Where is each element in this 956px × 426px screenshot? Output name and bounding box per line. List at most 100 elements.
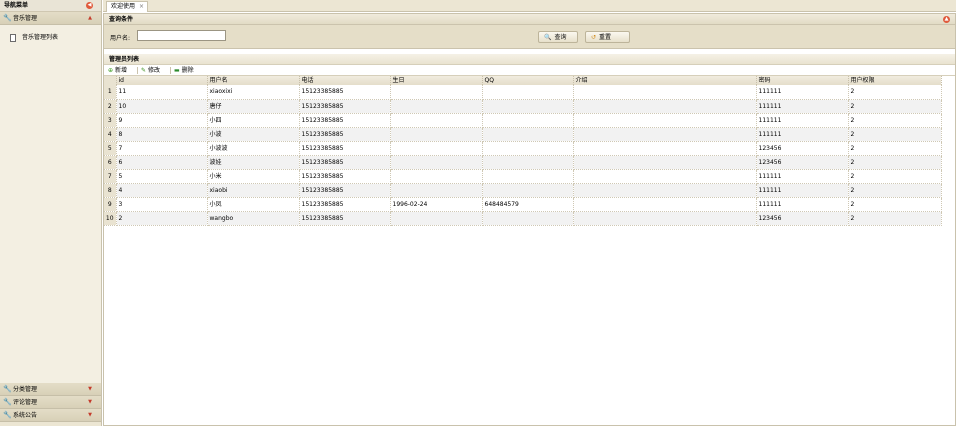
row-number: 6 [104,155,117,170]
table-row[interactable]: 7 5 小米 15123385885 111111 2 [104,169,942,184]
column-header[interactable]: 介绍 [573,76,757,85]
cell-intro [573,113,757,128]
cell-intro [573,141,757,156]
table-row[interactable]: 9 3 小凤 15123385885 1996-02-24 648484579 … [104,197,942,212]
cell-password: 123456 [756,211,849,226]
username-label: 用户名: [110,35,131,42]
cell-intro [573,169,757,184]
table-row[interactable]: 8 4 xiaobi 15123385885 111111 2 [104,183,942,198]
chevron-up-icon[interactable]: ▲ [88,12,92,25]
cell-phone: 15123385885 [299,99,391,114]
username-input[interactable] [137,30,226,41]
delete-button[interactable]: ▬ 删除 [174,66,194,75]
reset-button-label: 重置 [599,34,612,41]
table-row[interactable]: 1 11 xiaoxixi 15123385885 111111 2 [104,85,942,100]
collapse-icon[interactable]: ▲ [943,16,950,23]
cell-id: 10 [116,99,208,114]
cell-qq: 648484579 [482,197,574,212]
cell-birthday [390,85,483,100]
column-header[interactable]: 用户权限 [848,76,942,85]
cell-phone: 15123385885 [299,197,391,212]
nav-section-music[interactable]: 🔧 音乐管理 ▲ [0,12,101,25]
cell-birthday [390,211,483,226]
cell-intro [573,183,757,198]
row-number: 1 [104,85,117,100]
table-row[interactable]: 2 10 唐仔 15123385885 111111 2 [104,99,942,114]
add-button[interactable]: ⊕ 新增 [108,66,127,75]
row-number: 2 [104,99,117,114]
nav-section-label: 评论管理 [13,399,38,406]
tab-bar: 欢迎使用 × [103,0,956,12]
chevron-down-icon[interactable]: ▼ [88,383,92,396]
chevron-down-icon[interactable]: ▼ [88,409,92,422]
nav-section-label: 分类管理 [13,386,38,393]
wrench-icon: 🔧 [3,411,12,419]
nav-section-notices[interactable]: 🔧 系统公告 ▼ [0,409,101,422]
cell-qq [482,127,574,142]
cell-role: 2 [848,211,942,226]
search-button[interactable]: 🔍 查询 [538,31,578,43]
cell-intro [573,211,757,226]
cell-role: 2 [848,141,942,156]
cell-username: 小米 [207,169,300,184]
table-row[interactable]: 5 7 小波波 15123385885 123456 2 [104,141,942,156]
app-root: 导航菜单 ◀ 🔧 音乐管理 ▲ 音乐管理列表 🔧 分类管理 ▼ 🔧 评论管理 ▼… [0,0,956,426]
column-header[interactable]: 电话 [299,76,391,85]
cell-qq [482,141,574,156]
cell-username: 小凤 [207,197,300,212]
column-header[interactable]: id [116,76,208,85]
search-icon: 🔍 [544,34,552,41]
nav-item-music-list[interactable]: 音乐管理列表 [0,33,101,43]
edit-button[interactable]: ✎ 修改 [141,66,160,75]
cell-birthday [390,155,483,170]
cell-phone: 15123385885 [299,155,391,170]
chevron-down-icon[interactable]: ▼ [88,396,92,409]
cell-intro [573,155,757,170]
cell-role: 2 [848,85,942,100]
nav-section-comments[interactable]: 🔧 评论管理 ▼ [0,396,101,409]
list-panel-title: 管理员列表 [109,56,140,63]
cell-role: 2 [848,113,942,128]
cell-username: wangbo [207,211,300,226]
query-panel-header: 查询条件 ▲ [104,14,955,25]
tab-welcome[interactable]: 欢迎使用 × [106,1,148,12]
reset-button[interactable]: ↺ 重置 [585,31,630,43]
table-row[interactable]: 6 6 波娃 15123385885 123456 2 [104,155,942,170]
table-row[interactable]: 3 9 小四 15123385885 111111 2 [104,113,942,128]
cell-qq [482,211,574,226]
edit-button-label: 修改 [148,67,161,74]
nav-header: 导航菜单 ◀ [0,0,101,12]
row-number: 8 [104,183,117,198]
cell-id: 9 [116,113,208,128]
pencil-icon: ✎ [141,67,147,74]
cell-id: 11 [116,85,208,100]
cell-password: 111111 [756,197,849,212]
cell-username: xiaoxixi [207,85,300,100]
close-icon[interactable]: × [139,2,144,12]
cell-birthday: 1996-02-24 [390,197,483,212]
reset-icon: ↺ [591,34,597,41]
cell-password: 111111 [756,99,849,114]
wrench-icon: 🔧 [3,398,12,406]
cell-password: 111111 [756,169,849,184]
cell-username: 小波 [207,127,300,142]
column-header[interactable]: 生日 [390,76,483,85]
cell-birthday [390,99,483,114]
cell-phone: 15123385885 [299,85,391,100]
cell-qq [482,99,574,114]
cell-phone: 15123385885 [299,183,391,198]
column-header[interactable]: 密码 [756,76,849,85]
column-header[interactable]: 用户名 [207,76,300,85]
file-icon [10,34,16,42]
table-row[interactable]: 10 2 wangbo 15123385885 123456 2 [104,211,942,226]
table-row[interactable]: 4 8 小波 15123385885 111111 2 [104,127,942,142]
nav-section-category[interactable]: 🔧 分类管理 ▼ [0,383,101,396]
list-toolbar: ⊕ 新增 ✎ 修改 ▬ 删除 [104,65,955,76]
nav-collapse-icon[interactable]: ◀ [86,2,93,9]
cell-password: 111111 [756,183,849,198]
column-header[interactable]: QQ [482,76,574,85]
nav-title: 导航菜单 [4,2,29,9]
nav-section-label: 系统公告 [13,412,38,419]
cell-password: 123456 [756,155,849,170]
cell-role: 2 [848,183,942,198]
